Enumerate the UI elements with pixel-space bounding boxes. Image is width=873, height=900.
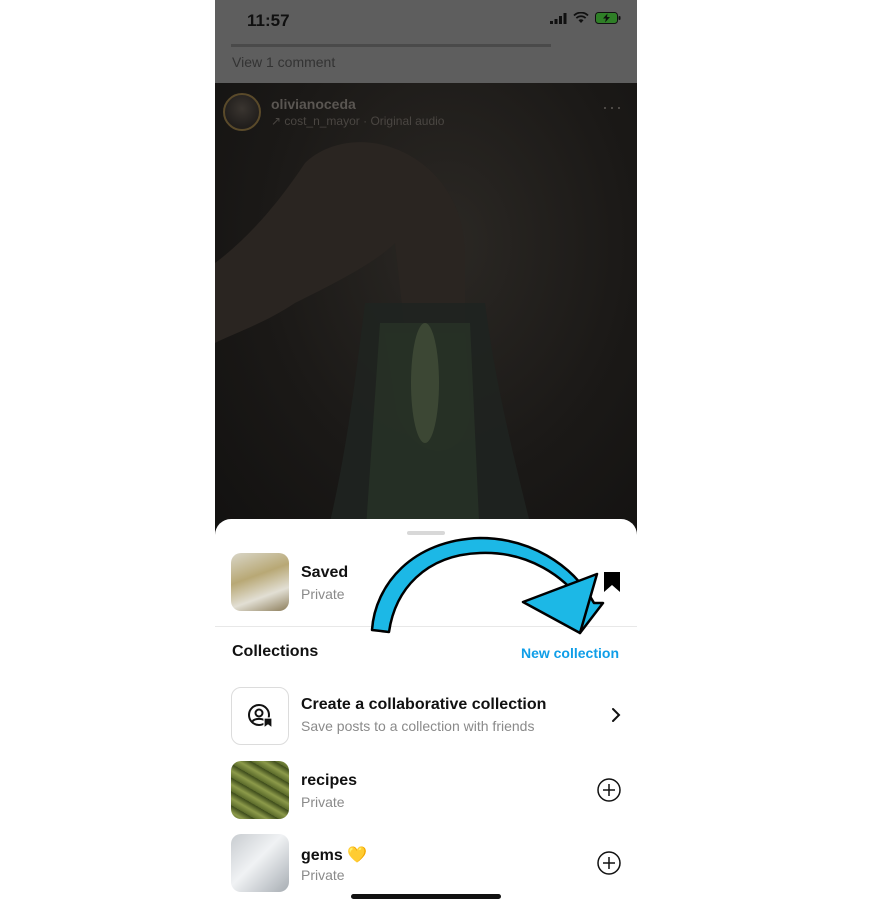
battery-charging-icon	[595, 12, 621, 24]
saved-row[interactable]: Saved Private	[231, 553, 621, 613]
reel-video-frame	[215, 142, 535, 543]
collaborative-title: Create a collaborative collection	[301, 696, 547, 713]
save-to-collection-sheet: Saved Private Collections New collection…	[215, 519, 637, 900]
collaborative-subtitle: Save posts to a collection with friends	[301, 718, 535, 734]
more-options-icon[interactable]: ···	[602, 97, 623, 118]
wifi-icon	[573, 12, 589, 23]
previous-caption-fragment	[231, 44, 551, 47]
sheet-grabber[interactable]	[407, 531, 445, 535]
reel-username[interactable]: olivianoceda	[271, 96, 444, 112]
arrow-up-right-icon: ↗	[271, 114, 282, 128]
previous-post-footer: View 1 comment	[215, 44, 637, 83]
reel-video[interactable]: olivianoceda ↗ cost_n_mayor · Original a…	[215, 83, 637, 543]
saved-thumbnail	[231, 553, 289, 611]
reel-audio[interactable]: ↗ cost_n_mayor · Original audio	[271, 114, 444, 128]
saved-privacy: Private	[301, 586, 345, 602]
home-indicator	[351, 894, 501, 899]
view-comments-link[interactable]: View 1 comment	[232, 54, 335, 70]
reel-header: olivianoceda ↗ cost_n_mayor · Original a…	[223, 93, 444, 131]
avatar[interactable]	[223, 93, 261, 131]
status-time: 11:57	[247, 11, 290, 30]
new-collection-button[interactable]: New collection	[521, 645, 619, 661]
collection-title: gems 💛	[301, 847, 368, 864]
collaborative-collection-icon	[248, 704, 273, 729]
collection-row-gems[interactable]: gems 💛 Private	[231, 834, 621, 894]
reel-audio-label: cost_n_mayor · Original audio	[284, 114, 445, 128]
saved-title: Saved	[301, 564, 349, 581]
collections-header: Collections	[232, 643, 319, 660]
reel-meta: olivianoceda ↗ cost_n_mayor · Original a…	[271, 96, 444, 128]
collection-row-recipes[interactable]: recipes Private	[231, 761, 621, 821]
collection-title: recipes	[301, 772, 358, 789]
cellular-signal-icon	[550, 12, 567, 24]
phone-screen: 11:57 View 1 comment olivianoceda ↗ cost…	[215, 0, 637, 900]
collection-privacy: Private	[301, 794, 345, 810]
create-collaborative-collection-row[interactable]: Create a collaborative collection Save p…	[231, 687, 621, 747]
status-icons	[550, 12, 621, 24]
recipes-thumbnail	[231, 761, 289, 819]
status-bar: 11:57	[215, 0, 637, 44]
bookmark-filled-icon[interactable]	[603, 571, 621, 593]
add-to-collection-icon[interactable]	[597, 851, 621, 875]
chevron-right-icon	[612, 708, 621, 722]
gems-thumbnail	[231, 834, 289, 892]
add-to-collection-icon[interactable]	[597, 778, 621, 802]
divider	[215, 626, 637, 627]
collection-privacy: Private	[301, 867, 345, 883]
collaborative-icon-box	[231, 687, 289, 745]
